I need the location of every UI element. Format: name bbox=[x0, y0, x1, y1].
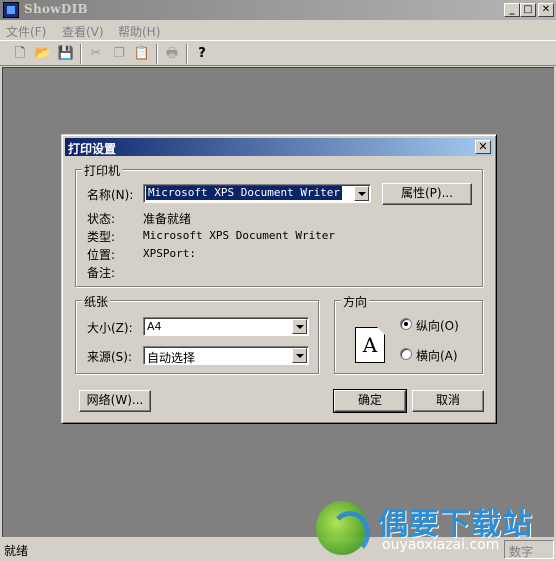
ok-button[interactable]: 确定 bbox=[333, 389, 407, 413]
help-icon[interactable]: ? bbox=[192, 44, 212, 64]
open-folder-icon[interactable]: 📂 bbox=[33, 44, 53, 64]
status-text: 就绪 bbox=[4, 544, 29, 558]
page-orientation-icon: A bbox=[355, 327, 385, 363]
cut-icon[interactable]: ✂ bbox=[86, 44, 106, 64]
menu-bar: 文件(F) 查看(V) 帮助(H) bbox=[0, 20, 556, 40]
toolbar-separator bbox=[156, 44, 158, 64]
orientation-group: 方向 A 纵向(O) 横向(A) bbox=[334, 293, 483, 374]
printer-name-combo[interactable]: Microsoft XPS Document Writer bbox=[143, 184, 371, 203]
dialog-title-bar[interactable]: 打印设置 ✕ bbox=[65, 138, 493, 156]
toolbar: 🗋 📂 💾 ✂ ❐ 📋 🖶 ? bbox=[0, 40, 556, 66]
menu-view[interactable]: 查看(V) bbox=[62, 23, 104, 40]
radio-selected-icon[interactable] bbox=[400, 318, 412, 330]
portrait-label: 纵向(O) bbox=[416, 319, 459, 333]
properties-button[interactable]: 属性(P)... bbox=[382, 183, 472, 205]
radio-unselected-icon[interactable] bbox=[400, 348, 412, 360]
menu-file[interactable]: 文件(F) bbox=[6, 23, 46, 40]
location-label: 位置: bbox=[87, 248, 116, 262]
menu-help[interactable]: 帮助(H) bbox=[118, 23, 160, 40]
printer-name-value: Microsoft XPS Document Writer bbox=[146, 186, 343, 200]
toolbar-separator bbox=[186, 44, 188, 64]
cancel-button[interactable]: 取消 bbox=[412, 390, 484, 412]
status-value: 准备就绪 bbox=[143, 212, 192, 226]
paper-group: 纸张 大小(Z): A4 来源(S): 自动选择 bbox=[75, 293, 319, 374]
app-icon[interactable] bbox=[3, 2, 19, 18]
new-icon[interactable]: 🗋 bbox=[10, 44, 30, 64]
maximize-button[interactable]: □ bbox=[520, 3, 536, 17]
network-button[interactable]: 网络(W)... bbox=[79, 390, 151, 412]
type-value: Microsoft XPS Document Writer bbox=[143, 229, 336, 242]
printer-group-label: 打印机 bbox=[82, 162, 123, 179]
title-bar[interactable]: ShowDIB _ □ ✕ bbox=[0, 0, 556, 20]
minimize-button[interactable]: _ bbox=[504, 3, 520, 17]
printer-name-label: 名称(N): bbox=[87, 188, 134, 202]
print-setup-dialog: 打印设置 ✕ 打印机 名称(N): Microsoft XPS Document… bbox=[61, 134, 497, 424]
status-label: 状态: bbox=[87, 212, 116, 226]
chevron-down-icon[interactable] bbox=[292, 319, 307, 334]
chevron-down-icon[interactable] bbox=[354, 186, 369, 201]
comment-label: 备注: bbox=[87, 266, 116, 280]
chevron-down-icon[interactable] bbox=[292, 348, 307, 363]
paste-icon[interactable]: 📋 bbox=[132, 44, 152, 64]
location-value: XPSPort: bbox=[143, 247, 196, 260]
paper-source-combo[interactable]: 自动选择 bbox=[143, 346, 309, 365]
watermark-url: ouyaoxiazai.com bbox=[382, 537, 500, 553]
paper-source-label: 来源(S): bbox=[87, 350, 133, 364]
paper-size-combo[interactable]: A4 bbox=[143, 317, 309, 336]
paper-size-label: 大小(Z): bbox=[87, 321, 133, 335]
printer-group: 打印机 名称(N): Microsoft XPS Document Writer… bbox=[75, 162, 483, 287]
dialog-close-button[interactable]: ✕ bbox=[475, 140, 491, 154]
orientation-group-label: 方向 bbox=[341, 293, 370, 310]
close-button[interactable]: ✕ bbox=[538, 3, 554, 17]
paper-group-label: 纸张 bbox=[82, 293, 111, 310]
copy-icon[interactable]: ❐ bbox=[109, 44, 129, 64]
watermark-logo-icon bbox=[316, 501, 370, 555]
watermark: 偶要下载站 ouyaoxiazai.com bbox=[310, 497, 556, 559]
landscape-label: 横向(A) bbox=[416, 349, 458, 363]
dialog-title: 打印设置 bbox=[68, 142, 117, 156]
main-window: ShowDIB _ □ ✕ 文件(F) 查看(V) 帮助(H) 🗋 📂 💾 ✂ … bbox=[0, 0, 556, 561]
window-title: ShowDIB bbox=[24, 2, 88, 16]
paper-source-value: 自动选择 bbox=[147, 351, 196, 365]
save-icon[interactable]: 💾 bbox=[56, 44, 76, 64]
paper-size-value: A4 bbox=[147, 320, 162, 333]
print-icon[interactable]: 🖶 bbox=[162, 44, 182, 64]
toolbar-separator bbox=[80, 44, 82, 64]
type-label: 类型: bbox=[87, 230, 116, 244]
